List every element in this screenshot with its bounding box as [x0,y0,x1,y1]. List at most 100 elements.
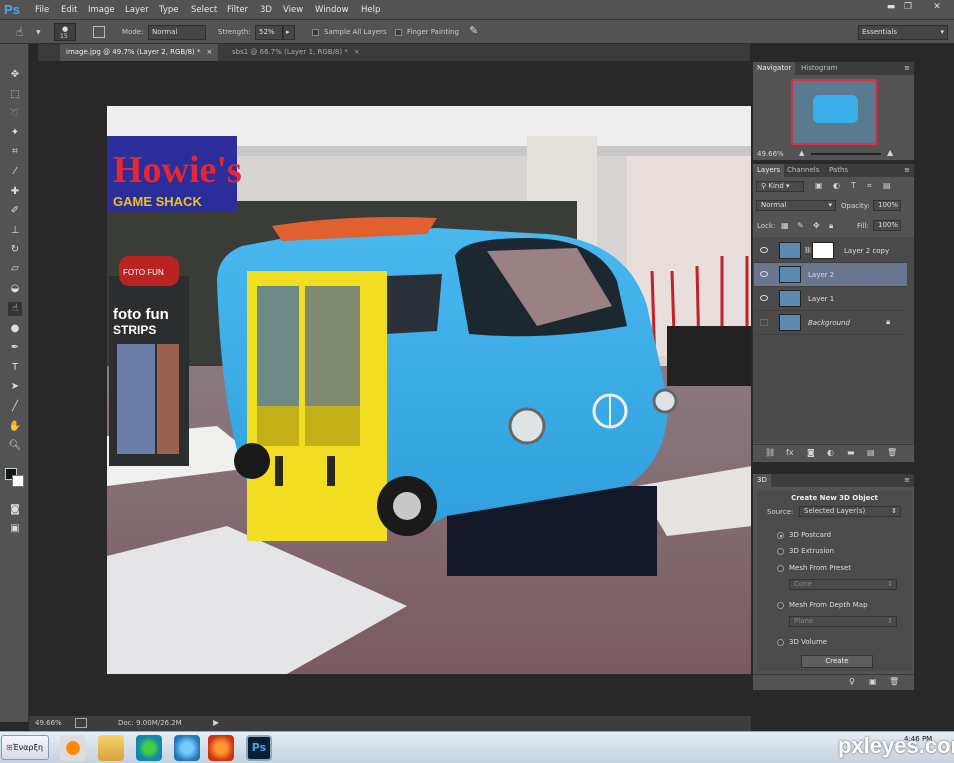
close-icon[interactable]: ✕ [930,2,944,13]
layer-mask-thumbnail[interactable] [812,242,834,259]
eraser-tool-icon[interactable]: ▱ [8,262,22,276]
trash-icon[interactable]: 🗑︎ [889,677,899,686]
photoshop-taskbar-icon[interactable]: Ps [246,735,272,761]
link-layers-icon[interactable]: ⛓ [765,448,775,457]
menu-type[interactable]: Type [159,5,179,15]
crop-tool-icon[interactable]: ⌗ [8,145,22,159]
new-item-icon[interactable]: ▣ [869,677,877,686]
smudge-tool-icon[interactable]: ☝ [8,302,22,316]
type-tool-icon[interactable]: T [8,361,22,375]
add-mask-icon[interactable]: ◙ [807,448,815,457]
filter-type-icon[interactable]: T [851,181,856,190]
menu-help[interactable]: Help [361,5,380,15]
filter-adjustment-icon[interactable]: ◐ [833,181,840,190]
tab-navigator[interactable]: Navigator [753,62,796,75]
mode-select[interactable]: Normal [148,25,206,40]
navigator-zoom[interactable]: 49.66% [757,150,784,158]
lock-all-icon[interactable]: 🔒︎ [829,221,833,231]
line-tool-icon[interactable]: ╱ [8,400,22,414]
workspace-select[interactable]: Essentials ▾ [858,25,948,40]
lasso-tool-icon[interactable]: ➰ [8,107,22,121]
visibility-eye-icon[interactable] [760,295,768,301]
radio-mesh-from-preset[interactable] [777,565,784,572]
opacity-input[interactable]: 100% [873,200,901,211]
restore-icon[interactable]: ❐ [901,2,915,13]
pen-tool-icon[interactable]: ✒ [8,341,22,355]
tab-histogram[interactable]: Histogram [797,62,841,75]
tab-channels[interactable]: Channels [783,164,823,177]
eyedropper-tool-icon[interactable]: ⁄ [8,165,22,179]
brush-preset-picker[interactable]: ● 15 [54,23,76,41]
create-button[interactable]: Create [801,655,873,668]
quick-mask-icon[interactable]: ◙ [8,503,22,517]
strength-slider-toggle[interactable]: ▸ [283,25,295,40]
filter-smart-object-icon[interactable]: ▤ [883,181,891,190]
move-tool-icon[interactable]: ✥ [8,68,22,82]
sample-all-layers-checkbox[interactable] [312,29,319,36]
menu-3d[interactable]: 3D [260,5,272,15]
brush-panel-icon[interactable] [93,26,105,38]
panel-menu-icon[interactable]: ≡ [904,166,910,174]
screen-mode-icon[interactable]: ▣ [8,522,22,536]
clone-stamp-tool-icon[interactable]: ⊥ [8,224,22,238]
tab-image[interactable]: image.jpg @ 49.7% (Layer 2, RGB/8) * × [60,44,219,61]
tool-preset-arrow-icon[interactable]: ▼ [36,29,41,36]
menu-view[interactable]: View [283,5,303,15]
preset-select[interactable]: Cone ⇕ [789,579,897,590]
radio-3d-postcard[interactable] [777,532,784,539]
radio-3d-extrusion[interactable] [777,548,784,555]
internet-explorer-icon[interactable] [174,735,200,761]
visibility-empty-box[interactable] [760,319,768,326]
pressure-icon[interactable]: ✎ [469,24,478,37]
chrome-like-icon[interactable] [136,735,162,761]
brush-tool-icon[interactable]: ✐ [8,204,22,218]
trash-icon[interactable]: 🗑︎ [887,448,897,457]
smudge-tool-icon[interactable]: ☝ [16,25,23,39]
lock-transparent-icon[interactable]: ▦ [781,221,789,230]
tab-sbs1[interactable]: sbs1 @ 66.7% (Layer 1, RGB/8) * × [226,44,366,61]
dodge-tool-icon[interactable]: ● [8,322,22,336]
tab-layers[interactable]: Layers [753,164,785,177]
menu-layer[interactable]: Layer [125,5,149,15]
start-button[interactable]: ⊞Έναρξη [1,735,49,760]
menu-image[interactable]: Image [88,5,115,15]
layer-row[interactable]: Background 🔒︎ [754,311,907,335]
blend-mode-select[interactable]: Normal ▾ [756,200,836,211]
zoom-tool-icon[interactable]: 🔍︎ [8,439,22,453]
visibility-eye-icon[interactable] [760,247,768,253]
path-select-tool-icon[interactable]: ➤ [8,380,22,394]
zoom-slider[interactable] [811,153,881,155]
layer-row[interactable]: Layer 1 [754,287,907,311]
status-icon[interactable] [75,718,87,728]
zoom-in-icon[interactable]: ▲ [887,148,893,157]
panel-menu-icon[interactable]: ≡ [904,64,910,72]
panel-menu-icon[interactable]: ≡ [904,476,910,484]
adjustment-layer-icon[interactable]: ◐ [827,448,834,457]
chain-link-icon[interactable]: ⛓ [804,247,812,254]
tab-3d[interactable]: 3D [753,474,771,487]
depth-map-select[interactable]: Plane ⇕ [789,616,897,627]
menu-select[interactable]: Select [191,5,217,15]
fill-input[interactable]: 100% [873,220,901,231]
status-menu-arrow-icon[interactable]: ▶ [213,718,219,727]
source-select[interactable]: Selected Layer(s) ⇕ [799,506,901,517]
hand-tool-icon[interactable]: ✋ [8,420,22,434]
background-color-swatch[interactable] [12,475,24,487]
filter-pixel-icon[interactable]: ▣ [815,181,823,190]
filter-shape-icon[interactable]: ⌗ [867,181,872,191]
zoom-out-icon[interactable]: ▲ [799,149,804,157]
media-player-icon[interactable] [60,735,86,761]
tab-paths[interactable]: Paths [825,164,852,177]
strength-input[interactable]: 52% [255,25,283,40]
explorer-icon[interactable] [98,735,124,761]
light-icon[interactable]: ♀ [849,677,855,686]
menu-window[interactable]: Window [315,5,349,15]
minimize-icon[interactable]: ▬ [884,2,898,13]
lock-position-icon[interactable]: ✥ [813,221,820,230]
radio-3d-volume[interactable] [777,639,784,646]
healing-tool-icon[interactable]: ✚ [8,185,22,199]
lock-pixels-icon[interactable]: ✎ [797,221,804,230]
history-brush-tool-icon[interactable]: ↻ [8,243,22,257]
navigator-preview[interactable] [791,79,877,145]
menu-filter[interactable]: Filter [227,5,248,15]
